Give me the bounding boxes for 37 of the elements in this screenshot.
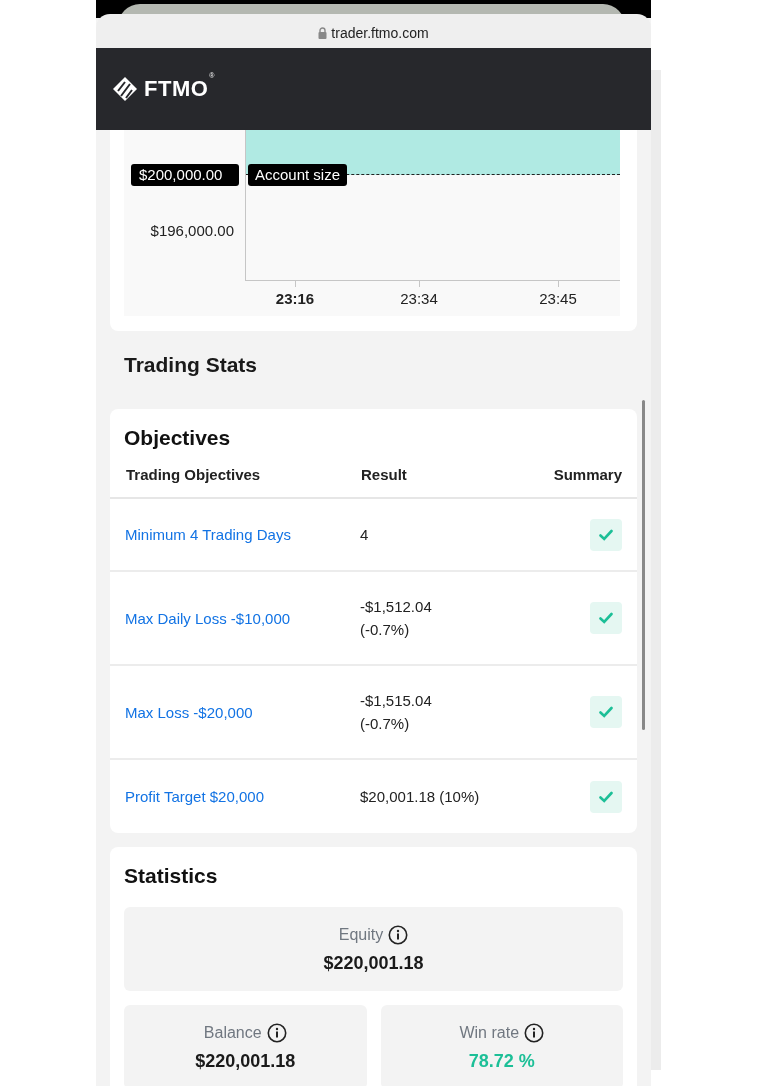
url-text: trader.ftmo.com	[331, 25, 429, 41]
x-tick	[295, 281, 296, 287]
x-tick	[419, 281, 420, 287]
x-axis-label: 23:16	[275, 290, 315, 307]
stat-label: Win rate	[459, 1023, 520, 1042]
objective-link[interactable]: Max Loss -$20,000	[125, 703, 253, 721]
x-tick	[558, 281, 559, 287]
column-header: Summary	[552, 465, 622, 483]
stat-value: $220,001.18	[195, 1050, 296, 1072]
objective-link[interactable]: Minimum 4 Trading Days	[125, 526, 291, 543]
x-axis-label: 23:34	[400, 290, 438, 307]
lock-icon	[318, 27, 328, 39]
stat-value: 78.72 %	[468, 1050, 535, 1072]
result-text: -$1,512.04 (-0.7%)	[360, 598, 433, 638]
card-title: Statistics	[123, 863, 219, 889]
info-icon[interactable]	[266, 1022, 287, 1043]
account-size-tag: Account size	[248, 164, 348, 186]
x-axis-label: 23:45	[539, 290, 577, 307]
result-text: -$1,515.04 (-0.7%)	[360, 692, 433, 732]
stat-label: Equity	[338, 925, 384, 944]
scrollbar[interactable]	[642, 400, 645, 730]
value-tag: $200,000.00	[131, 164, 239, 186]
info-icon[interactable]	[388, 924, 409, 945]
section-title: Trading Stats	[123, 352, 259, 378]
objective-link[interactable]: Profit Target $20,000	[125, 788, 264, 805]
card-title: Objectives	[123, 425, 232, 451]
result-text: 4	[360, 526, 370, 543]
column-header: Trading Objectives	[125, 465, 262, 483]
logo-diamond-icon	[112, 76, 138, 102]
stat-label: Balance	[203, 1023, 262, 1042]
result-text: $20,001.18 (10%)	[360, 788, 481, 805]
objective-link[interactable]: Max Daily Loss -$10,000	[125, 609, 291, 627]
info-icon[interactable]	[524, 1022, 545, 1043]
address-bar[interactable]: trader.ftmo.com	[96, 14, 651, 48]
stat-value: $220,001.18	[323, 952, 424, 974]
column-header: Result	[361, 465, 408, 483]
y-axis-label: $196,000.00	[150, 222, 234, 239]
